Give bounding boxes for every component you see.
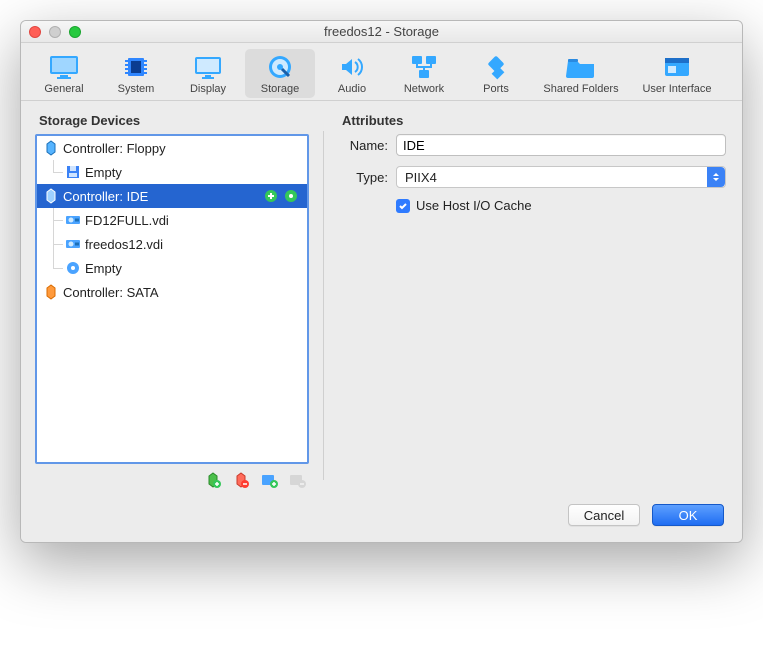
tab-label: Network — [404, 83, 444, 95]
titlebar: freedos12 - Storage — [21, 21, 742, 43]
tree-label: Controller: Floppy — [63, 141, 166, 156]
remove-attachment-button — [287, 470, 307, 490]
tab-label: Display — [190, 83, 226, 95]
storage-devices-heading: Storage Devices — [35, 113, 309, 134]
monitor-icon — [47, 53, 81, 81]
tab-ports[interactable]: Ports — [461, 49, 531, 98]
tree-label: Controller: IDE — [63, 189, 148, 204]
controller-icon — [43, 188, 59, 204]
hdd-icon — [65, 212, 81, 228]
name-field[interactable] — [396, 134, 726, 156]
ui-icon — [660, 53, 694, 81]
attributes-heading: Attributes — [338, 113, 728, 134]
host-io-checkbox[interactable] — [396, 199, 410, 213]
tree-label: Controller: SATA — [63, 285, 159, 300]
dialog-buttons: Cancel OK — [21, 494, 742, 542]
tree-ide-empty[interactable]: Empty — [37, 256, 307, 280]
hdd-icon — [65, 236, 81, 252]
folder-icon — [564, 53, 598, 81]
tab-label: Storage — [261, 83, 300, 95]
tab-general[interactable]: General — [29, 49, 99, 98]
tree-label: freedos12.vdi — [85, 237, 163, 252]
type-select[interactable]: PIIX4 — [396, 166, 726, 188]
add-disk-icon[interactable] — [263, 188, 279, 204]
tree-label: Empty — [85, 165, 122, 180]
divider — [323, 131, 324, 480]
tab-label: User Interface — [642, 83, 711, 95]
host-io-label: Use Host I/O Cache — [416, 198, 532, 213]
add-optical-icon[interactable] — [283, 188, 299, 204]
tree-controller-floppy[interactable]: Controller: Floppy — [37, 136, 307, 160]
tab-network[interactable]: Network — [389, 49, 459, 98]
tab-display[interactable]: Display — [173, 49, 243, 98]
type-value: PIIX4 — [405, 170, 437, 185]
content-area: Storage Devices Controller: Floppy Empty — [21, 101, 742, 494]
tab-label: Shared Folders — [543, 83, 618, 95]
ok-button[interactable]: OK — [652, 504, 724, 526]
add-attachment-button[interactable] — [259, 470, 279, 490]
usb-icon — [479, 53, 513, 81]
tab-label: General — [44, 83, 83, 95]
tab-storage[interactable]: Storage — [245, 49, 315, 98]
tab-shared-folders[interactable]: Shared Folders — [533, 49, 629, 98]
tree-label: Empty — [85, 261, 122, 276]
name-label: Name: — [338, 138, 396, 153]
storage-tree[interactable]: Controller: Floppy Empty Controller: IDE — [35, 134, 309, 464]
optical-icon — [65, 260, 81, 276]
tree-controller-ide[interactable]: Controller: IDE — [37, 184, 307, 208]
type-label: Type: — [338, 170, 396, 185]
tab-label: System — [118, 83, 155, 95]
window-title: freedos12 - Storage — [21, 24, 742, 39]
settings-window: freedos12 - Storage General System Displ… — [20, 20, 743, 543]
disk-icon — [263, 53, 297, 81]
controller-icon — [43, 284, 59, 300]
tree-floppy-empty[interactable]: Empty — [37, 160, 307, 184]
controller-icon — [43, 140, 59, 156]
settings-toolbar: General System Display Storage Audio — [21, 43, 742, 101]
tree-label: FD12FULL.vdi — [85, 213, 169, 228]
display-icon — [191, 53, 225, 81]
tree-toolbar — [35, 464, 309, 490]
tab-label: Audio — [338, 83, 366, 95]
add-controller-button[interactable] — [203, 470, 223, 490]
chip-icon — [119, 53, 153, 81]
tab-label: Ports — [483, 83, 509, 95]
storage-devices-panel: Storage Devices Controller: Floppy Empty — [35, 113, 309, 490]
tab-system[interactable]: System — [101, 49, 171, 98]
chevron-updown-icon — [707, 167, 725, 187]
tree-ide-disk2[interactable]: freedos12.vdi — [37, 232, 307, 256]
attributes-panel: Attributes Name: Type: PIIX4 — [338, 113, 728, 490]
network-icon — [407, 53, 441, 81]
speaker-icon — [335, 53, 369, 81]
tab-audio[interactable]: Audio — [317, 49, 387, 98]
tree-ide-disk1[interactable]: FD12FULL.vdi — [37, 208, 307, 232]
tree-controller-sata[interactable]: Controller: SATA — [37, 280, 307, 304]
remove-controller-button[interactable] — [231, 470, 251, 490]
floppy-icon — [65, 164, 81, 180]
tab-user-interface[interactable]: User Interface — [631, 49, 723, 98]
cancel-button[interactable]: Cancel — [568, 504, 640, 526]
